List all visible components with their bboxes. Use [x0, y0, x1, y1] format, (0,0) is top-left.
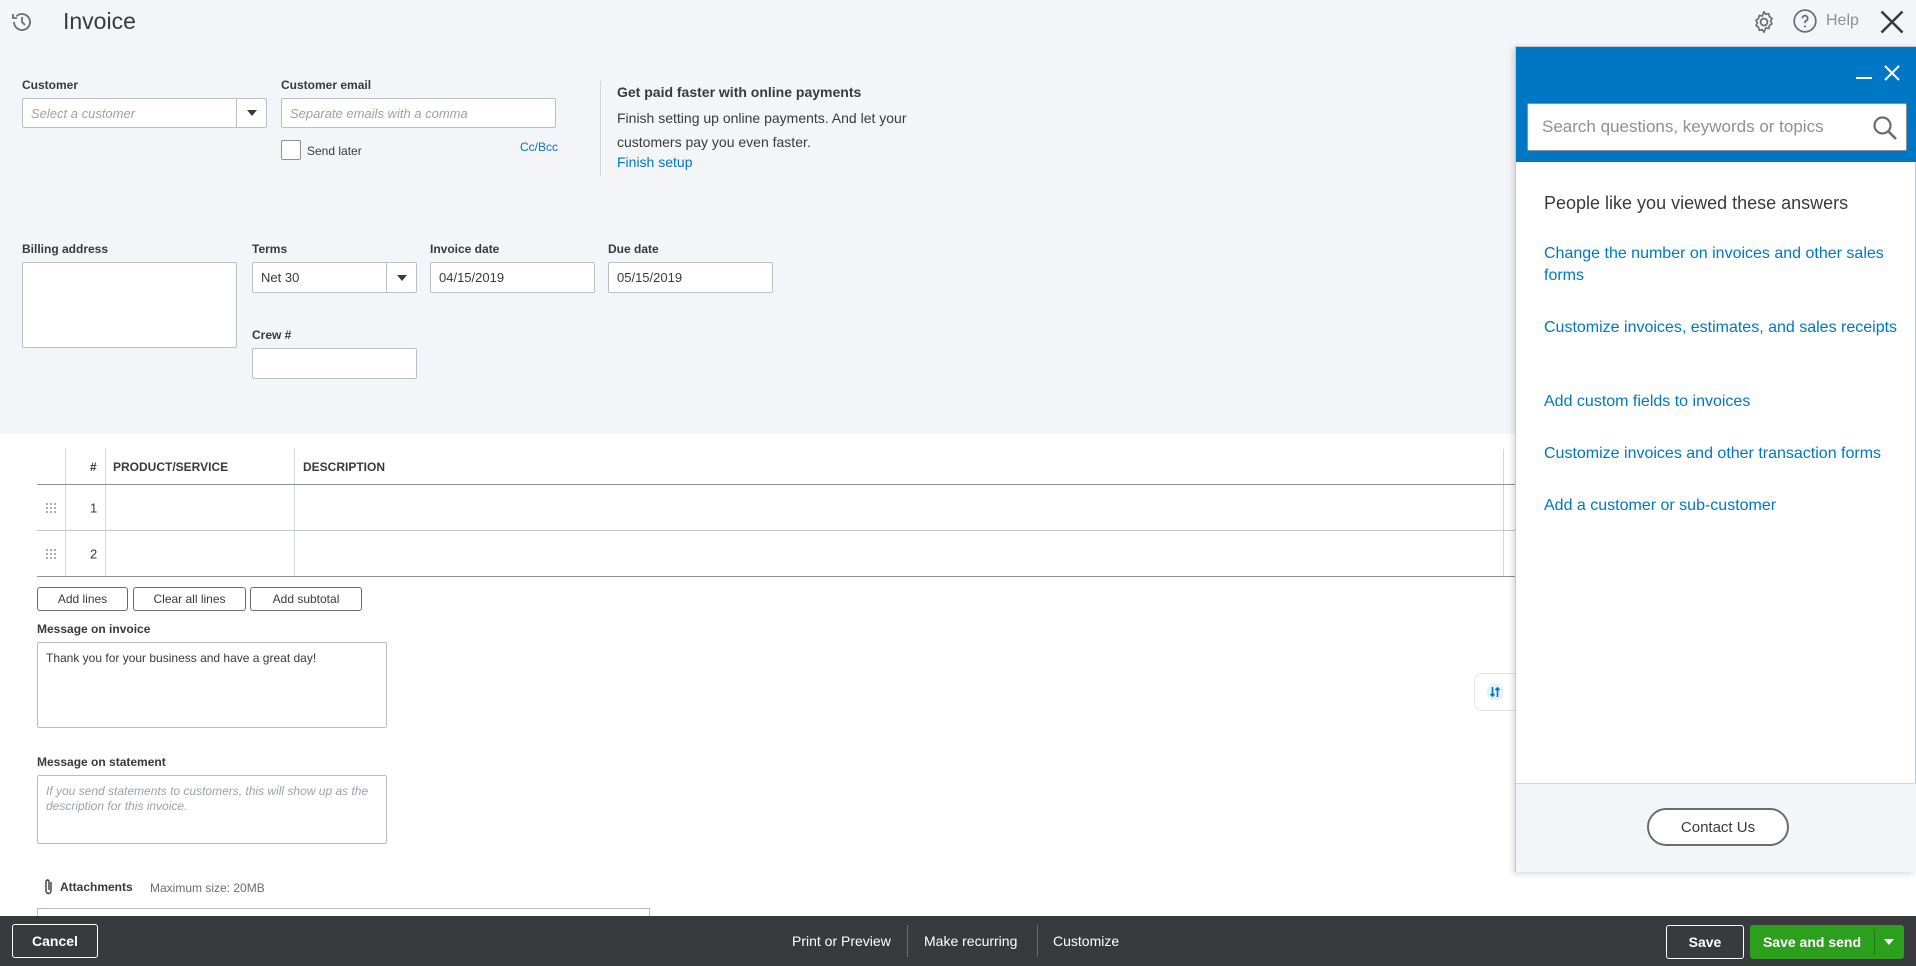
customer-email-placeholder: Separate emails with a comma	[290, 105, 468, 121]
billing-address-label: Billing address	[22, 242, 109, 256]
drag-handle-icon[interactable]	[45, 502, 57, 514]
column-product-service: PRODUCT/SERVICE	[113, 459, 229, 474]
help-article-link[interactable]: Customize invoices and other transaction…	[1544, 443, 1899, 465]
message-on-invoice-label: Message on invoice	[37, 622, 151, 636]
invoice-date-label: Invoice date	[430, 242, 500, 256]
chevron-down-icon	[396, 274, 407, 281]
save-options-dropdown[interactable]	[1874, 925, 1904, 959]
terms-select[interactable]: Net 30	[252, 262, 417, 293]
crew-field[interactable]	[252, 348, 417, 379]
cancel-button[interactable]: Cancel	[12, 924, 98, 958]
promo-body: Finish setting up online payments. And l…	[617, 110, 907, 150]
customize-link[interactable]: Customize	[1053, 916, 1119, 966]
message-on-statement-placeholder: If you send statements to customers, thi…	[46, 784, 369, 813]
attachments-label: Attachments	[60, 880, 133, 894]
table-row[interactable]: 2	[37, 531, 1515, 577]
history-icon[interactable]	[10, 10, 34, 34]
help-panel-footer: Contact Us	[1516, 783, 1916, 872]
attachments-size-note: Maximum size: 20MB	[150, 881, 265, 895]
due-date-label: Due date	[608, 242, 659, 256]
make-recurring-link[interactable]: Make recurring	[924, 916, 1017, 966]
invoice-date-value: 04/15/2019	[439, 270, 505, 285]
print-preview-link[interactable]: Print or Preview	[792, 916, 891, 966]
crew-label: Crew #	[252, 328, 292, 342]
send-later-checkbox[interactable]	[281, 140, 301, 160]
help-icon	[1793, 9, 1817, 33]
billing-address-field[interactable]	[22, 262, 237, 348]
swap-arrows-icon	[1486, 683, 1503, 701]
column-description: DESCRIPTION	[303, 459, 386, 474]
footer-divider	[1037, 925, 1038, 957]
footer-divider	[907, 925, 908, 957]
attachments-heading: Attachments	[42, 878, 133, 896]
close-icon[interactable]	[1882, 63, 1902, 83]
close-icon[interactable]	[1878, 8, 1906, 36]
customer-email-label: Customer email	[281, 78, 372, 92]
page-title: Invoice	[63, 8, 136, 34]
save-and-send-label: Save and send	[1762, 934, 1862, 950]
help-article-link[interactable]: Customize invoices, estimates, and sales…	[1544, 317, 1899, 339]
terms-label: Terms	[252, 242, 288, 256]
help-panel: People like you viewed these answers Cha…	[1515, 46, 1916, 872]
add-lines-button[interactable]: Add lines	[37, 587, 128, 611]
chevron-down-icon	[246, 110, 257, 116]
line-items-header: # PRODUCT/SERVICE DESCRIPTION	[37, 449, 1515, 485]
promo-divider	[600, 81, 601, 176]
due-date-field[interactable]: 05/15/2019	[608, 262, 773, 293]
customer-dropdown-button[interactable]	[236, 99, 266, 127]
help-label: Help	[1826, 12, 1859, 29]
send-later-label: Send later	[307, 144, 362, 158]
customer-label: Customer	[22, 78, 79, 92]
help-panel-header	[1516, 47, 1916, 162]
customer-email-field[interactable]: Separate emails with a comma	[281, 98, 556, 128]
top-bar: Invoice Help	[0, 0, 1916, 42]
help-button[interactable]: Help	[1792, 8, 1859, 34]
due-date-value: 05/15/2019	[617, 270, 683, 285]
help-panel-subtitle: People like you viewed these answers	[1544, 193, 1849, 213]
row-number: 1	[90, 500, 98, 515]
contact-us-button[interactable]: Contact Us	[1647, 808, 1789, 846]
save-and-send-button[interactable]: Save and send	[1750, 925, 1904, 959]
search-icon[interactable]	[1872, 115, 1898, 141]
help-article-link[interactable]: Add a customer or sub-customer	[1544, 495, 1899, 517]
table-row[interactable]: 1	[37, 485, 1515, 531]
add-subtotal-button[interactable]: Add subtotal	[250, 587, 362, 611]
row-number: 2	[90, 546, 98, 561]
minimize-icon[interactable]	[1856, 77, 1872, 79]
terms-dropdown-button[interactable]	[386, 263, 416, 292]
help-article-link[interactable]: Add custom fields to invoices	[1544, 391, 1899, 413]
clear-all-lines-button[interactable]: Clear all lines	[133, 587, 246, 611]
chevron-down-icon	[1884, 939, 1894, 945]
help-search-box[interactable]	[1527, 103, 1907, 151]
save-button[interactable]: Save	[1666, 925, 1744, 959]
gear-icon[interactable]	[1751, 9, 1777, 35]
customer-placeholder: Select a customer	[31, 105, 136, 121]
column-number: #	[90, 459, 97, 474]
help-search-input[interactable]	[1528, 104, 1858, 150]
message-on-invoice-field[interactable]: Thank you for your business and have a g…	[37, 642, 387, 728]
terms-value: Net 30	[261, 270, 300, 285]
swap-button[interactable]	[1474, 673, 1514, 711]
customer-select[interactable]: Select a customer	[22, 98, 267, 128]
promo-title: Get paid faster with online payments	[617, 84, 862, 100]
help-article-link[interactable]: Change the number on invoices and other …	[1544, 243, 1899, 287]
finish-setup-link[interactable]: Finish setup	[617, 154, 692, 170]
footer-bar: Cancel Print or Preview Make recurring C…	[0, 916, 1916, 966]
message-on-statement-label: Message on statement	[37, 755, 166, 769]
cc-bcc-link[interactable]: Cc/Bcc	[520, 140, 558, 154]
message-on-statement-field[interactable]: If you send statements to customers, thi…	[37, 775, 387, 844]
invoice-date-field[interactable]: 04/15/2019	[430, 262, 595, 293]
drag-handle-icon[interactable]	[45, 548, 57, 560]
paperclip-icon	[45, 879, 52, 895]
